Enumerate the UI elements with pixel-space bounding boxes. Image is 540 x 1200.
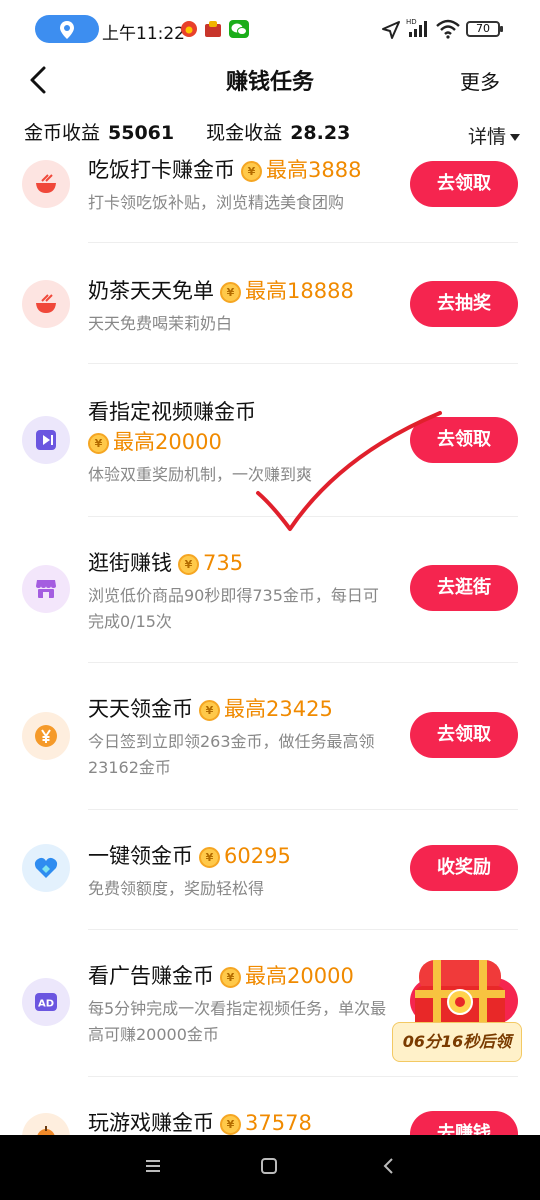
svg-text:AD: AD (38, 999, 54, 1010)
task-item: 吃饭打卡赚金币 ¥ 最高3888 打卡领吃饭补贴，浏览精选美食团购 去领取 (0, 152, 540, 243)
task-title: 逛街赚钱 ¥735 (88, 551, 244, 575)
task-reward: 最高20000 (113, 430, 222, 454)
status-time: 上午11:22 (102, 24, 185, 44)
task-reward: 60295 (224, 844, 291, 868)
task-reward: 最高18888 (245, 279, 354, 303)
coin-icon: ¥ (220, 282, 241, 303)
coin-icon: ¥ (241, 161, 262, 182)
home-icon[interactable] (260, 1157, 278, 1179)
coin-icon: ¥ (220, 967, 241, 988)
weibo-notification-icon (180, 20, 198, 42)
coin-earnings-label: 金币收益 (24, 122, 101, 144)
task-reward: 最高3888 (266, 158, 362, 182)
app-notification-icon (204, 20, 222, 42)
task-action-button[interactable]: 去领取 (410, 712, 518, 758)
task-description: 免费领额度，奖励轻松得 (88, 879, 265, 898)
navigation-arrow-icon (381, 20, 401, 44)
yuan-coin-icon (22, 712, 70, 760)
system-nav-bar (0, 1135, 540, 1200)
task-title: 看指定视频赚金币 (88, 400, 256, 424)
shop-icon (22, 565, 70, 613)
coin-icon: ¥ (220, 1114, 241, 1135)
task-title: 玩游戏赚金币 ¥37578 (88, 1111, 312, 1135)
location-pin-icon (60, 21, 74, 39)
task-action-button[interactable]: 去逛街 (410, 565, 518, 611)
back-nav-icon[interactable] (380, 1157, 398, 1179)
detail-dropdown[interactable]: 详情 (468, 122, 520, 149)
task-description: 每5分钟完成一次看指定视频任务，单次最高可赚20000金币 (88, 999, 387, 1044)
rice-bowl-icon (22, 160, 70, 208)
coin-icon: ¥ (199, 847, 220, 868)
chest-countdown[interactable]: 06分16秒后领 (392, 1022, 522, 1062)
cash-earnings-value: 28.23 (290, 122, 351, 144)
battery-indicator: 70 (466, 21, 503, 37)
task-description: 浏览低价商品90秒即得735金币，每日可完成0/15次 (88, 586, 379, 631)
task-description: 今日签到立即领263金币，做任务最高领23162金币 (88, 732, 375, 777)
task-reward: 735 (203, 551, 244, 575)
location-pill[interactable] (35, 15, 99, 43)
cell-signal-icon: HD (405, 17, 431, 43)
wechat-notification-icon (229, 20, 249, 42)
coin-icon: ¥ (199, 700, 220, 721)
task-item: 玩游戏赚金币 ¥37578 去赚钱 (0, 1077, 540, 1135)
cash-earnings-label: 现金收益 (206, 122, 283, 144)
svg-text:HD: HD (406, 18, 417, 26)
task-reward: 37578 (245, 1111, 312, 1135)
task-action-button[interactable]: 去赚钱 (410, 1111, 518, 1135)
task-title: 吃饭打卡赚金币 ¥ 最高3888 (88, 158, 362, 182)
coin-earnings-value: 55061 (108, 122, 175, 144)
task-item: 天天领金币 ¥ 最高23425 今日签到立即领263金币，做任务最高领23162金币… (0, 663, 540, 810)
detail-label: 详情 (467, 126, 506, 148)
task-reward: 最高20000 (245, 964, 354, 988)
task-title: 一键领金币 ¥60295 (88, 844, 291, 868)
task-title: 奶茶天天免单 ¥ 最高18888 (88, 279, 354, 303)
heart-shield-icon (22, 844, 70, 892)
status-bar: 上午11:22 HD 70 (0, 0, 540, 58)
header: 赚钱任务 更多 (0, 58, 540, 102)
coin-icon: ¥ (178, 554, 199, 575)
wifi-icon (436, 19, 460, 43)
task-reward: 最高23425 (224, 697, 333, 721)
task-title: 天天领金币 ¥ 最高23425 (88, 697, 333, 721)
task-item: 奶茶天天免单 ¥ 最高18888 天天免费喝茉莉奶白 去抽奖 (0, 243, 540, 364)
menu-icon[interactable] (144, 1157, 162, 1179)
coin-icon: ¥ (88, 433, 109, 454)
caret-down-icon (510, 134, 520, 141)
game-icon (22, 1113, 70, 1135)
page-title: 赚钱任务 (225, 70, 314, 95)
earnings-bar: 金币收益 55061 现金收益 28.23 详情 (24, 118, 520, 152)
task-action-button[interactable]: 去抽奖 (410, 281, 518, 327)
task-description: 打卡领吃饭补贴，浏览精选美食团购 (88, 193, 345, 212)
more-button[interactable]: 更多 (460, 66, 500, 95)
task-title: 看广告赚金币 ¥ 最高20000 (88, 964, 354, 988)
task-item: 逛街赚钱 ¥735 浏览低价商品90秒即得735金币，每日可完成0/15次 去逛街 (0, 517, 540, 663)
task-action-button[interactable]: 收奖励 (410, 845, 518, 891)
red-check-mark-icon (256, 411, 442, 531)
task-description: 天天免费喝茉莉奶白 (88, 314, 233, 333)
rice-bowl-icon (22, 280, 70, 328)
video-play-icon (22, 416, 70, 464)
task-reward-line: ¥ 最高20000 (82, 426, 222, 456)
task-action-button[interactable]: 去领取 (410, 161, 518, 207)
task-item: 一键领金币 ¥60295 免费领额度，奖励轻松得 收奖励 (0, 810, 540, 930)
ad-icon: AD (22, 978, 70, 1026)
